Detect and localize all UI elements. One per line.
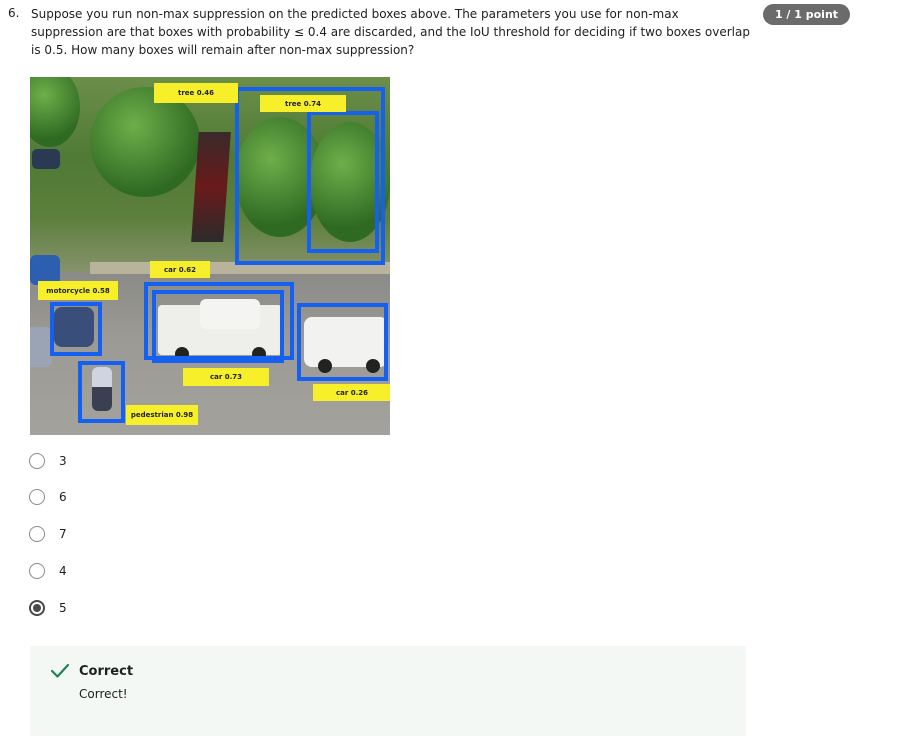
bbox-motorcycle-058 <box>50 302 102 356</box>
parked-car <box>32 149 60 169</box>
option-6[interactable]: 6 <box>29 487 67 507</box>
option-4[interactable]: 4 <box>29 561 67 581</box>
bbox-car-073 <box>152 290 284 363</box>
radio-dot <box>33 604 41 612</box>
label-tree-046: tree 0.46 <box>154 83 238 103</box>
radio-button[interactable] <box>29 453 45 469</box>
label-pedestrian-098: pedestrian 0.98 <box>126 405 198 425</box>
points-badge: 1 / 1 point <box>763 4 850 25</box>
label-car-026: car 0.26 <box>313 384 390 401</box>
feedback-panel: Correct Correct! <box>30 646 746 736</box>
question-text: Suppose you run non-max suppression on t… <box>31 7 750 57</box>
label-car-073: car 0.73 <box>183 368 269 386</box>
feedback-text: Correct! <box>79 687 128 701</box>
label-car-062: car 0.62 <box>150 261 210 278</box>
label-tree-074: tree 0.74 <box>260 95 346 112</box>
radio-button[interactable] <box>29 489 45 505</box>
checkmark-icon <box>50 663 70 678</box>
detection-image: tree 0.46 tree 0.74 car 0.62 motorcycle … <box>30 77 390 435</box>
radio-button-selected[interactable] <box>29 600 45 616</box>
label-motorcycle-058: motorcycle 0.58 <box>38 281 118 300</box>
car-left-edge <box>30 327 52 367</box>
bbox-pedestrian-098 <box>78 361 125 423</box>
option-label: 4 <box>59 564 67 578</box>
option-5[interactable]: 5 <box>29 598 67 618</box>
option-label: 3 <box>59 454 67 468</box>
bbox-tree-074 <box>307 111 379 253</box>
tree-shape <box>90 87 200 197</box>
radio-button[interactable] <box>29 526 45 542</box>
option-label: 5 <box>59 601 67 615</box>
radio-button[interactable] <box>29 563 45 579</box>
option-label: 6 <box>59 490 67 504</box>
question-number: 6. <box>8 6 20 20</box>
option-7[interactable]: 7 <box>29 524 67 544</box>
option-3[interactable]: 3 <box>29 451 67 471</box>
bbox-car-026 <box>297 303 388 381</box>
feedback-title: Correct <box>79 664 134 679</box>
option-label: 7 <box>59 527 67 541</box>
